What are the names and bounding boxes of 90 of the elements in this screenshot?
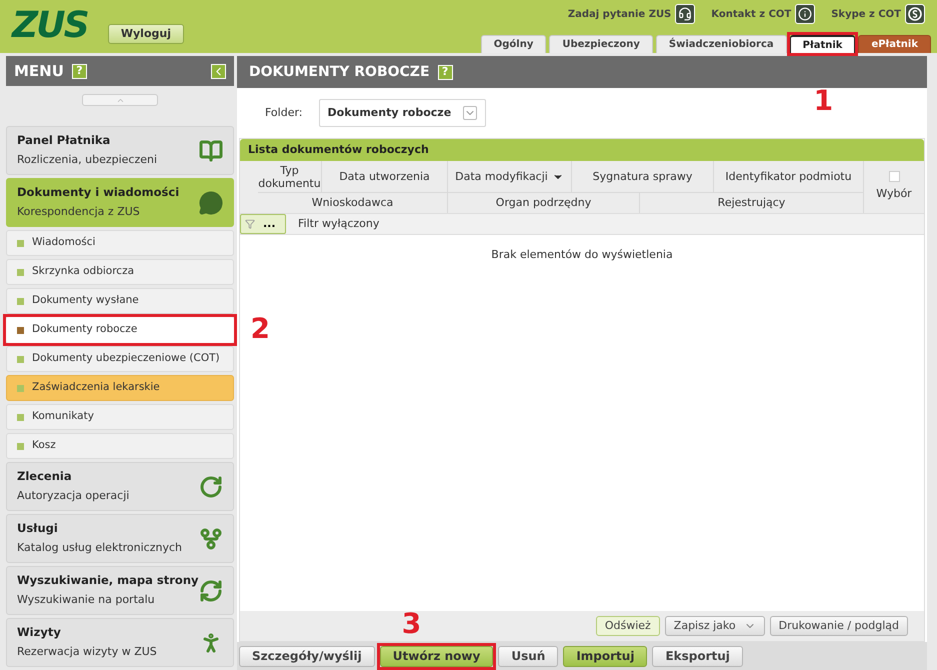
section-subtitle: Korespondencja z ZUS <box>17 204 141 220</box>
menu-item-label: Dokumenty robocze <box>32 322 138 338</box>
column-header[interactable]: Typ dokumentu <box>258 161 322 192</box>
section-title: Dokumenty i wiadomości <box>17 184 180 202</box>
column-header[interactable]: Data utworzenia <box>322 161 448 192</box>
menu-section[interactable]: Dokumenty i wiadomości Korespondencja z ZUS <box>6 178 234 227</box>
panel-title: DOKUMENTY ROBOCZE <box>249 62 430 82</box>
grid-title: Lista dokumentów roboczych <box>248 142 429 158</box>
menu-item[interactable]: Dokumenty wysłane <box>6 288 234 314</box>
action-button[interactable]: Utwórz nowy <box>380 646 494 666</box>
section-subtitle: Autoryzacja operacji <box>17 488 130 504</box>
menu-section[interactable]: Wizyty Rezerwacja wizyty w ZUS <box>6 618 234 667</box>
menu-item[interactable]: Dokumenty robocze <box>6 317 234 343</box>
menu-item[interactable]: Kosz <box>6 433 234 459</box>
menu-item[interactable]: Komunikaty <box>6 404 234 430</box>
annotation-frame <box>786 32 858 56</box>
menu-title: MENU <box>14 60 64 82</box>
binder-icon <box>199 138 223 162</box>
column-header[interactable]: Sygnatura sprawy <box>572 161 714 192</box>
action-button[interactable]: Eksportuj <box>652 646 743 666</box>
annotation-number: 2 <box>250 315 270 343</box>
menu-item[interactable]: Skrzynka odbiorcza <box>6 259 234 285</box>
action-button[interactable]: Odśwież <box>596 616 660 636</box>
circular-arrow-icon <box>199 474 223 498</box>
section-subtitle: Katalog usług elektronicznych <box>17 540 182 556</box>
section-subtitle: Rezerwacja wizyty w ZUS <box>17 644 157 660</box>
column-header[interactable]: Identyfikator podmiotu <box>714 161 864 192</box>
nav-tab[interactable]: Płatnik <box>790 35 856 53</box>
header-link[interactable]: Zadaj pytanie ZUS <box>568 6 672 22</box>
nav-tab[interactable]: ePłatnik <box>858 35 931 53</box>
bullet-icon <box>17 384 24 392</box>
header-link[interactable]: Skype z COT <box>831 6 901 22</box>
action-button[interactable]: Szczegóły/wyślij <box>239 646 375 666</box>
menu-item-label: Komunikaty <box>32 409 94 424</box>
section-subtitle: Rozliczenia, ubezpieczeni <box>17 152 158 168</box>
nav-tab[interactable]: Świadczeniobiorca <box>656 35 787 53</box>
menu-item-label: Kosz <box>32 438 56 454</box>
dropdown-caret-icon <box>463 106 478 120</box>
menu-section[interactable]: Wyszukiwanie, mapa strony Wyszukiwanie na portalu <box>6 566 234 615</box>
info-icon[interactable] <box>795 4 816 24</box>
logout-button[interactable]: Wyloguj <box>108 24 184 44</box>
headset-icon[interactable] <box>675 4 696 24</box>
menu-section[interactable]: Panel Płatnika Rozliczenia, ubezpieczeni <box>6 126 234 175</box>
refresh-icon <box>199 578 223 602</box>
collapse-icon[interactable] <box>211 64 226 78</box>
nav-tab[interactable]: Ubezpieczony <box>549 35 653 53</box>
s-letter-icon[interactable] <box>905 4 925 24</box>
column-header[interactable]: Data modyfikacji <box>448 161 572 192</box>
section-title: Panel Płatnika <box>17 132 112 150</box>
annotation-number: 1 <box>814 87 834 115</box>
menu-item-label: Dokumenty wysłane <box>32 293 139 308</box>
select-all-checkbox[interactable] <box>888 171 900 182</box>
action-button[interactable]: Usuń <box>498 646 558 666</box>
bullet-icon <box>17 268 24 276</box>
bullet-icon <box>17 442 24 450</box>
section-title: Usługi <box>17 520 59 538</box>
header-link[interactable]: Kontakt z COT <box>711 6 792 22</box>
menu-item[interactable]: Dokumenty ubezpieczeniowe (COT) <box>6 346 234 372</box>
speech-bubble-icon <box>199 190 223 214</box>
bullet-icon <box>17 298 24 304</box>
menu-item[interactable]: Wiadomości <box>6 230 234 256</box>
annotation-number: 3 <box>402 610 422 638</box>
bullet-icon <box>17 356 24 362</box>
folder-label: Folder: <box>265 104 303 121</box>
menu-item[interactable]: Zaświadczenia lekarskie <box>6 375 234 401</box>
folder-select[interactable]: Dokumenty robocze <box>318 99 486 127</box>
bullet-icon <box>17 326 24 334</box>
empty-message: Brak elementów do wyświetlenia <box>491 247 673 263</box>
section-subtitle: Wyszukiwanie na portalu <box>17 592 156 608</box>
bullet-icon <box>17 240 24 246</box>
menu-item-label: Zaświadczenia lekarskie <box>32 380 160 396</box>
section-title: Zlecenia <box>17 468 73 486</box>
filter-icon <box>245 219 255 229</box>
column-header: Wybór <box>876 186 912 202</box>
menu-item-label: Skrzynka odbiorcza <box>32 264 134 280</box>
fork-icon <box>199 526 223 550</box>
menu-section[interactable]: Usługi Katalog usług elektronicznych <box>6 514 234 563</box>
section-title: Wizyty <box>17 624 62 642</box>
filter-button[interactable]: ... <box>240 214 286 234</box>
section-title: Wyszukiwanie, mapa strony <box>17 572 199 590</box>
menu-item-label: Dokumenty ubezpieczeniowe (COT) <box>32 351 220 366</box>
action-button[interactable]: Importuj <box>563 646 648 666</box>
filter-status: Filtr wyłączony <box>298 216 380 232</box>
menu-section[interactable]: Zlecenia Autoryzacja operacji <box>6 462 234 511</box>
action-button[interactable]: Zapisz jako <box>664 616 765 636</box>
menu-item-label: Wiadomości <box>32 235 96 250</box>
nav-tab[interactable]: Ogólny <box>480 35 546 53</box>
action-button[interactable]: Drukowanie / podgląd <box>770 616 908 636</box>
logo: ZUS <box>12 8 88 44</box>
bullet-icon <box>17 414 24 420</box>
